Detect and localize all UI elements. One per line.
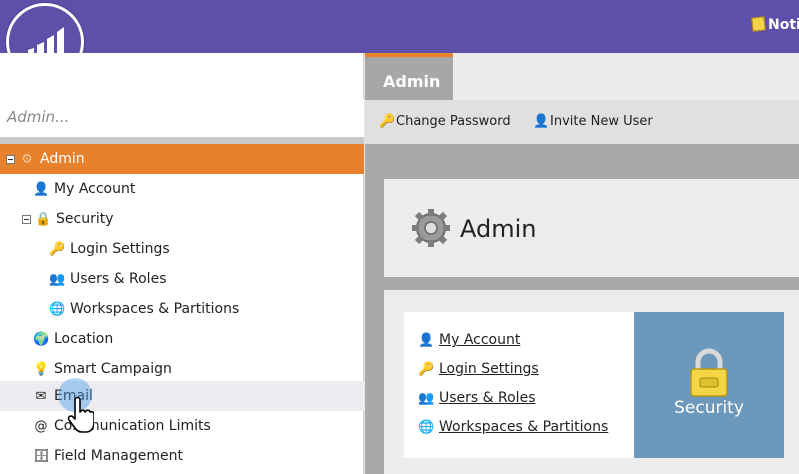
key-icon: 🔑	[379, 114, 396, 129]
tree-item-label: Field Management	[54, 448, 183, 464]
tree-item-workspaces-partitions[interactable]: 🌐 Workspaces & Partitions	[0, 294, 364, 324]
lightbulb-icon: 💡	[33, 361, 50, 377]
tree-item-label: My Account	[54, 181, 136, 197]
location-globe-icon: 🌍	[33, 331, 50, 347]
search-divider	[0, 137, 364, 144]
lock-icon: 🔒	[35, 211, 52, 227]
tree-item-security[interactable]: 🔒 Security	[0, 204, 364, 234]
tree-item-label: Location	[54, 331, 114, 347]
user-icon: 👤	[418, 333, 435, 348]
tree-item-label: Admin	[40, 151, 85, 167]
tab-admin[interactable]: Admin	[365, 53, 453, 100]
hand-cursor-icon	[67, 396, 94, 433]
tree-item-admin[interactable]: ⚙ Admin	[0, 144, 364, 174]
main-panel: Admin 🔑Change Password 👤Invite New User …	[365, 53, 799, 474]
gear-icon	[412, 209, 450, 247]
tree-item-communication-limits[interactable]: @ Communication Limits	[0, 411, 364, 441]
sidebar: Admin... ⚙ Admin 👤 My Account 🔒 Security…	[0, 53, 364, 474]
invite-new-user-label: Invite New User	[550, 114, 653, 129]
add-user-icon: 👤	[533, 114, 550, 129]
tree-item-users-roles[interactable]: 👥 Users & Roles	[0, 264, 364, 294]
link-workspaces-partitions[interactable]: 🌐 Workspaces & Partitions	[418, 419, 608, 435]
users-icon: 👥	[49, 271, 66, 287]
page-title: Admin	[460, 215, 537, 243]
security-links-card: 👤 My Account 🔑 Login Settings 👥 Users & Rol…	[404, 312, 634, 458]
tree-item-field-management[interactable]: 🗄 Field Management	[0, 441, 364, 471]
users-icon: 👥	[418, 391, 435, 406]
notifications-button[interactable]: Noti	[751, 16, 799, 33]
tree-item-login-settings[interactable]: 🔑 Login Settings	[0, 234, 364, 264]
globe-icon: 🌐	[418, 420, 435, 435]
link-users-roles[interactable]: 👥 Users & Roles	[418, 390, 535, 406]
key-icon: 🔑	[49, 241, 66, 257]
email-icon: ✉	[35, 388, 47, 404]
link-label: My Account	[439, 332, 521, 348]
admin-search-input[interactable]: Admin...	[0, 99, 364, 137]
page-title-panel: Admin	[384, 179, 799, 277]
invite-new-user-button[interactable]: 👤Invite New User	[533, 114, 653, 129]
link-label: Workspaces & Partitions	[439, 419, 609, 435]
top-bar: Noti	[0, 0, 799, 53]
admin-card-area: 👤 My Account 🔑 Login Settings 👥 Users & Rol…	[384, 290, 799, 474]
padlock-icon	[690, 348, 728, 397]
collapse-toggle-icon[interactable]	[22, 214, 31, 224]
tree-item-email[interactable]: ✉ Email	[0, 381, 364, 411]
tree-item-label: Security	[56, 211, 114, 227]
security-tile-label: Security	[674, 398, 744, 418]
toolbar: 🔑Change Password 👤Invite New User	[365, 100, 799, 144]
link-label: Users & Roles	[439, 390, 536, 406]
tree-item-label: Smart Campaign	[54, 361, 172, 377]
tree-item-label: Workspaces & Partitions	[70, 301, 240, 317]
globe-icon: 🌐	[49, 301, 66, 317]
user-icon: 👤	[33, 181, 50, 197]
key-icon: 🔑	[418, 362, 435, 377]
link-label: Login Settings	[439, 361, 539, 377]
link-my-account[interactable]: 👤 My Account	[418, 332, 520, 348]
collapse-toggle-icon[interactable]	[6, 154, 15, 164]
field-management-icon: 🗄	[33, 448, 50, 464]
tree-item-my-account[interactable]: 👤 My Account	[0, 174, 364, 204]
notifications-label: Noti	[768, 17, 799, 33]
change-password-button[interactable]: 🔑Change Password	[379, 114, 511, 129]
at-sign-icon: @	[34, 418, 48, 434]
security-tile[interactable]: Security	[634, 312, 784, 458]
notification-note-icon	[751, 16, 766, 32]
gear-icon: ⚙	[21, 151, 33, 167]
content-area: Admin 👤 My Account 🔑 Login Settings 👥 Users…	[365, 144, 799, 474]
link-login-settings[interactable]: 🔑 Login Settings	[418, 361, 539, 377]
tree-item-location[interactable]: 🌍 Location	[0, 324, 364, 354]
tree-item-label: Login Settings	[70, 241, 170, 257]
change-password-label: Change Password	[396, 114, 511, 129]
tree-item-smart-campaign[interactable]: 💡 Smart Campaign	[0, 354, 364, 384]
tree-item-label: Users & Roles	[70, 271, 167, 287]
